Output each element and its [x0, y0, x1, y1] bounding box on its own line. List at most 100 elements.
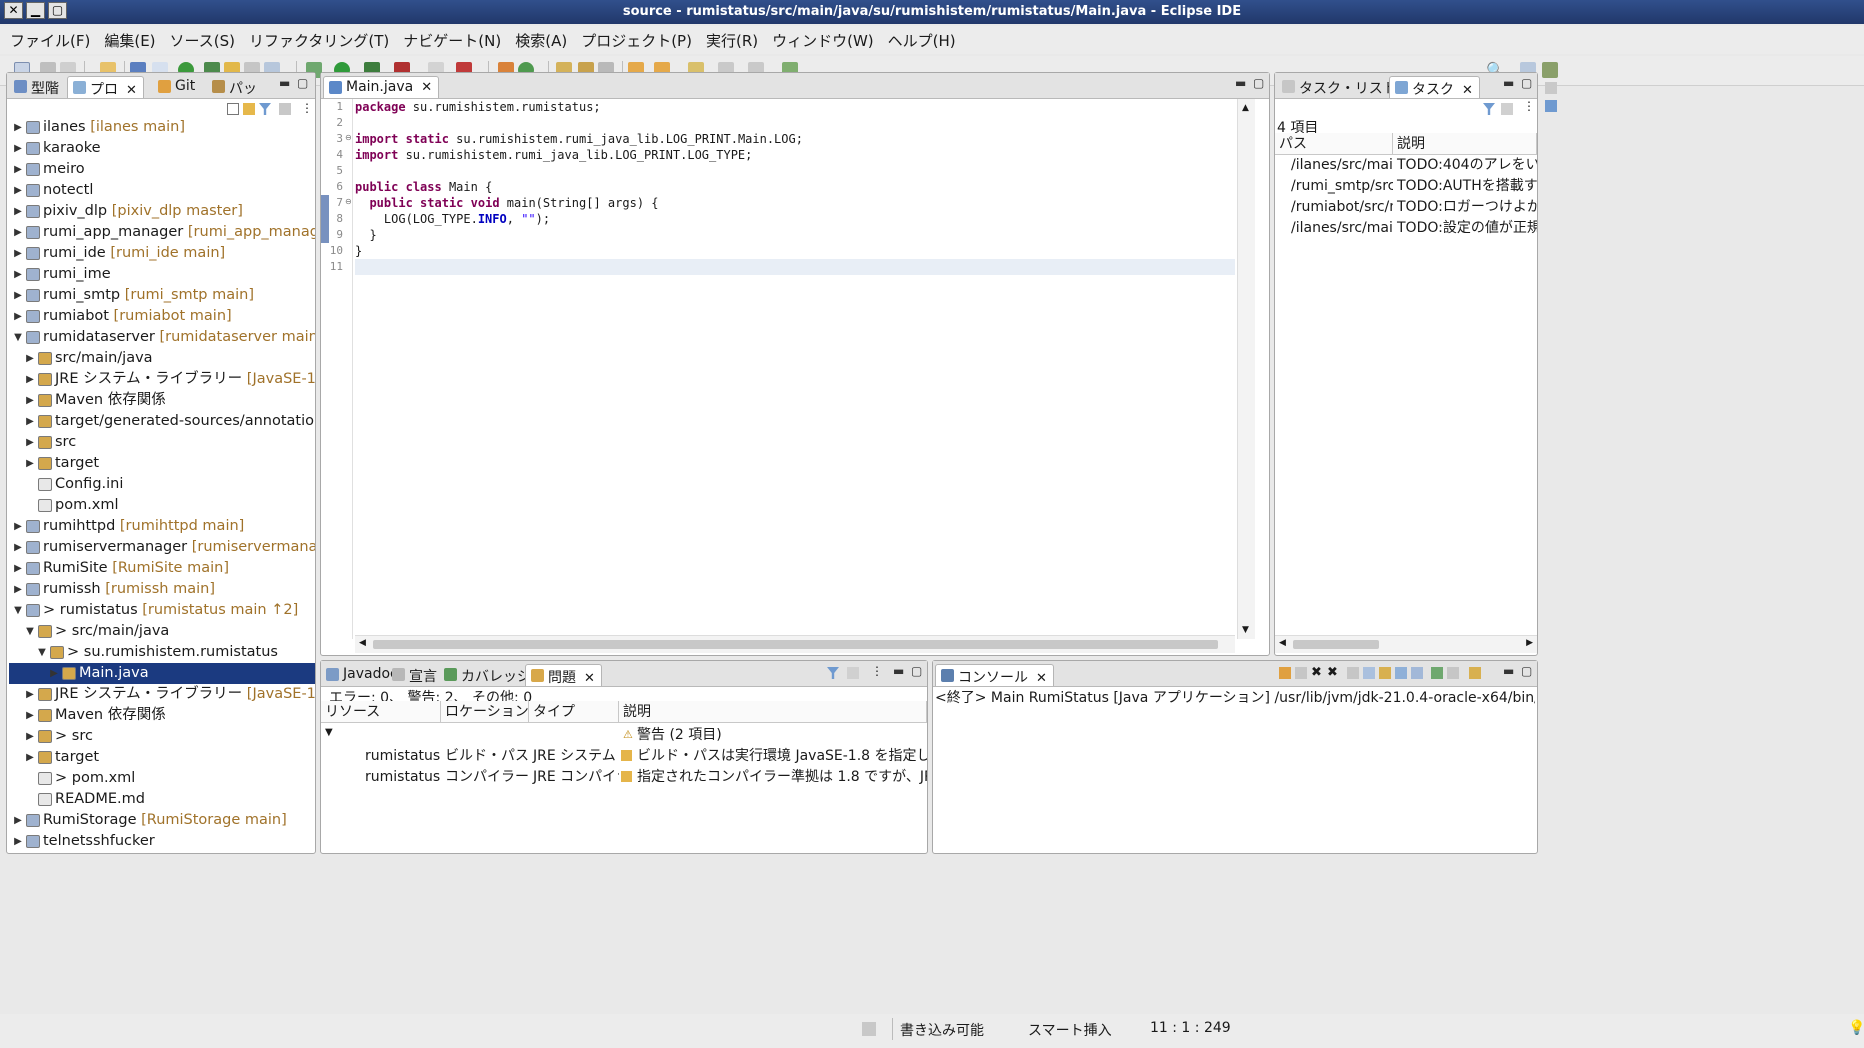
view-menu-icon[interactable]: ⋮: [1523, 99, 1535, 113]
maximize-icon[interactable]: ▢: [911, 664, 922, 678]
maximize-icon[interactable]: ▢: [1521, 664, 1532, 678]
tree-item[interactable]: ▶ target: [9, 747, 315, 768]
scroll-right-icon[interactable]: ▶: [1526, 638, 1533, 648]
minimize-icon[interactable]: ▬: [1503, 664, 1514, 678]
chevron-right-icon[interactable]: ▶: [13, 117, 23, 138]
tab-task-list[interactable]: タスク・リスト: [1277, 76, 1403, 98]
column-description[interactable]: 説明: [619, 701, 927, 723]
tab-problems[interactable]: 問題 ✕: [525, 664, 602, 686]
tree-item[interactable]: > pom.xml: [9, 768, 315, 789]
tree-item[interactable]: ▶ rumihttpd [rumihttpd main]: [9, 516, 315, 537]
view-menu-icon[interactable]: ⋮: [301, 101, 313, 115]
tree-item[interactable]: ▼ > su.rumishistem.rumistatus: [9, 642, 315, 663]
tree-item[interactable]: ▶ ilanes [ilanes main]: [9, 117, 315, 138]
clear-console-icon[interactable]: [1347, 667, 1359, 679]
chevron-right-icon[interactable]: ▶: [25, 348, 35, 369]
chevron-right-icon[interactable]: ▶: [13, 243, 23, 264]
fold-icon[interactable]: ⊖: [345, 133, 352, 142]
fold-icon[interactable]: ⊖: [345, 197, 352, 206]
tab-main-java[interactable]: Main.java ✕: [323, 76, 440, 98]
menu-window[interactable]: ウィンドウ(W): [772, 30, 874, 51]
scroll-thumb[interactable]: [1293, 640, 1379, 649]
tree-item[interactable]: ▶ rumissh [rumissh main]: [9, 579, 315, 600]
maximize-icon[interactable]: ▢: [1253, 76, 1264, 90]
link-editor-icon[interactable]: [243, 103, 255, 115]
chevron-down-icon[interactable]: ▼: [13, 600, 23, 621]
table-row[interactable]: /rumiabot/src/maiTODO:ロガーつけよかな: [1275, 197, 1537, 218]
chevron-right-icon[interactable]: ▶: [13, 537, 23, 558]
tree-item[interactable]: ▶ Main.java: [9, 663, 315, 684]
menu-edit[interactable]: 編集(E): [104, 30, 155, 51]
tab-tasks[interactable]: タスク ✕: [1389, 76, 1480, 98]
tree-item[interactable]: ▶ rumi_smtp [rumi_smtp main]: [9, 285, 315, 306]
editor-horizontal-scrollbar[interactable]: ◀: [355, 635, 1235, 653]
chevron-right-icon[interactable]: ▶: [13, 264, 23, 285]
close-icon[interactable]: ✕: [126, 83, 137, 98]
tab-package-explorer[interactable]: パッ: [207, 76, 263, 98]
chevron-down-icon[interactable]: ▼: [25, 621, 35, 642]
chevron-right-icon[interactable]: ▶: [13, 222, 23, 243]
table-row[interactable]: /ilanes/src/main/reTODO:404のアレをいい感: [1275, 155, 1537, 176]
tree-item[interactable]: ▶ karaoke: [9, 138, 315, 159]
filter-icon[interactable]: [259, 103, 271, 115]
tab-console[interactable]: コンソール ✕: [935, 664, 1054, 686]
pin-console-icon[interactable]: [1431, 667, 1443, 679]
minimize-icon[interactable]: ▬: [279, 76, 290, 90]
chevron-right-icon[interactable]: ▶: [13, 285, 23, 306]
tree-item[interactable]: ▶ JRE システム・ライブラリー [JavaSE-1.8]: [9, 684, 315, 705]
chevron-right-icon[interactable]: ▶: [13, 201, 23, 222]
remove-launch-icon[interactable]: ✖: [1311, 665, 1322, 680]
remove-all-icon[interactable]: ✖: [1327, 665, 1338, 680]
focus-icon[interactable]: [847, 667, 859, 679]
filter-icon[interactable]: [1483, 103, 1495, 115]
menu-run[interactable]: 実行(R): [706, 30, 758, 51]
column-description[interactable]: 説明: [1393, 133, 1537, 155]
chevron-right-icon[interactable]: ▶: [13, 306, 23, 327]
show-on-error-icon[interactable]: [1411, 667, 1423, 679]
tree-item[interactable]: ▶ notectl: [9, 180, 315, 201]
tree-item[interactable]: ▶ RumiStorage [RumiStorage main]: [9, 810, 315, 831]
tree-item[interactable]: ▶ rumiservermanager [rumiservermanager ma…: [9, 537, 315, 558]
view-menu-icon[interactable]: ⋮: [871, 664, 883, 678]
tree-item[interactable]: ▶ telnetsshfucker: [9, 831, 315, 852]
chevron-right-icon[interactable]: ▶: [25, 684, 35, 705]
chevron-right-icon[interactable]: ▶: [25, 390, 35, 411]
collapse-all-icon[interactable]: [227, 103, 239, 115]
minimize-icon[interactable]: ▬: [1235, 76, 1246, 90]
tree-item[interactable]: ▶ JRE システム・ライブラリー [JavaSE-1.8]: [9, 369, 315, 390]
tree-item[interactable]: Config.ini: [9, 474, 315, 495]
table-row[interactable]: /rumi_smtp/src/maTODO:AUTHを搭載する: [1275, 176, 1537, 197]
scroll-thumb[interactable]: [373, 640, 1218, 649]
table-row[interactable]: /ilanes/src/main/jaTODO:設定の値が正規で: [1275, 218, 1537, 239]
terminate-icon[interactable]: [1279, 667, 1291, 679]
tree-item[interactable]: ▶ meiro: [9, 159, 315, 180]
chevron-right-icon[interactable]: ▶: [25, 726, 35, 747]
menu-project[interactable]: プロジェクト(P): [581, 30, 692, 51]
column-type[interactable]: タイプ: [529, 701, 619, 723]
tree-item[interactable]: ▶ rumi_ime: [9, 264, 315, 285]
filter-icon[interactable]: [827, 667, 839, 679]
tree-item[interactable]: ▼ > rumistatus [rumistatus main ↑2]: [9, 600, 315, 621]
scroll-left-icon[interactable]: ◀: [359, 638, 366, 648]
table-row[interactable]: rumistatusビルド・パスJRE システム・ ビルド・パスは実行環境 Jav…: [321, 746, 927, 767]
tree-item[interactable]: ▶ src/main/java: [9, 348, 315, 369]
chevron-right-icon[interactable]: ▶: [13, 138, 23, 159]
menu-file[interactable]: ファイル(F): [10, 30, 90, 51]
show-on-output-icon[interactable]: [1395, 667, 1407, 679]
outline-icon[interactable]: [1545, 100, 1557, 112]
tree-item[interactable]: README.md: [9, 789, 315, 810]
stop-icon[interactable]: [1295, 667, 1307, 679]
tab-git[interactable]: Git: [153, 76, 201, 98]
tree-item[interactable]: pom.xml: [9, 495, 315, 516]
scroll-left-icon[interactable]: ◀: [1279, 638, 1286, 648]
chevron-right-icon[interactable]: ▶: [13, 579, 23, 600]
tab-project-explorer[interactable]: プロ ✕: [67, 76, 144, 98]
focus-icon[interactable]: [1501, 103, 1513, 115]
code-area[interactable]: package su.rumishistem.rumistatus; impor…: [355, 99, 1235, 639]
chevron-right-icon[interactable]: ▶: [25, 369, 35, 390]
tree-item[interactable]: ▶ Maven 依存関係: [9, 390, 315, 411]
tree-item[interactable]: ▶ src: [9, 432, 315, 453]
scroll-down-icon[interactable]: ▼: [1242, 625, 1249, 635]
warning-group-row[interactable]: ▼ ⚠ 警告 (2 項目): [321, 725, 927, 746]
column-resource[interactable]: リソース: [321, 701, 441, 723]
